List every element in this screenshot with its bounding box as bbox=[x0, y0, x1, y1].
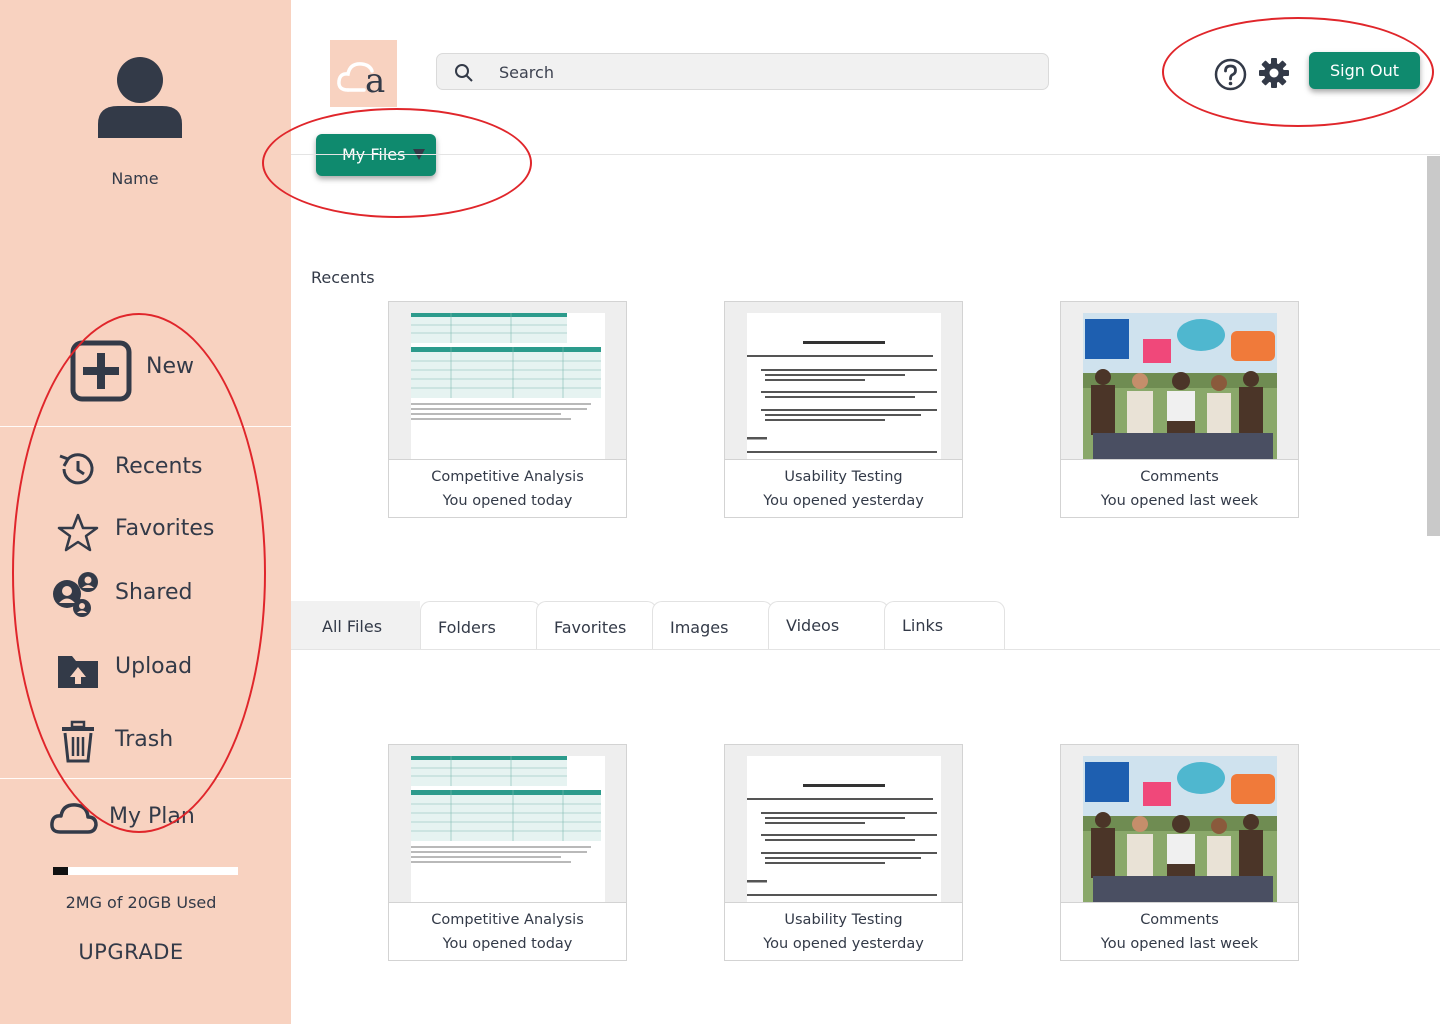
tab-folders[interactable]: Folders bbox=[420, 601, 541, 650]
file-opened-text: You opened last week bbox=[1100, 936, 1259, 952]
tab-videos[interactable]: Videos bbox=[768, 601, 889, 650]
sidebar-item-upload[interactable]: Upload bbox=[52, 646, 282, 692]
sidebar-item-trash[interactable]: Trash bbox=[52, 719, 282, 765]
search-bar[interactable] bbox=[436, 53, 1049, 90]
upload-folder-icon bbox=[58, 656, 98, 688]
file-title: Competitive Analysis bbox=[431, 469, 584, 485]
photo-thumbnail bbox=[1061, 302, 1298, 460]
user-name: Name bbox=[111, 169, 159, 188]
file-opened-text: You opened today bbox=[442, 936, 573, 952]
file-title: Usability Testing bbox=[784, 469, 903, 485]
document-thumbnail bbox=[725, 302, 962, 460]
file-card[interactable]: Competitive Analysis You opened today bbox=[388, 744, 627, 961]
group-photo-image bbox=[1083, 756, 1277, 902]
search-icon bbox=[455, 64, 473, 82]
file-opened-text: You opened today bbox=[442, 493, 573, 509]
help-icon[interactable] bbox=[1214, 58, 1247, 91]
file-title: Competitive Analysis bbox=[431, 912, 584, 928]
storage-usage-text: 2MG of 20GB Used bbox=[65, 893, 217, 912]
user-avatar-icon[interactable] bbox=[96, 52, 184, 138]
history-icon bbox=[59, 453, 94, 485]
shared-users-icon bbox=[53, 572, 98, 617]
tab-favorites[interactable]: Favorites bbox=[536, 601, 657, 650]
sidebar-item-label: Shared bbox=[115, 580, 193, 605]
document-thumbnail bbox=[725, 745, 962, 903]
sidebar-item-label: My Plan bbox=[109, 804, 195, 829]
sidebar-item-shared[interactable]: Shared bbox=[52, 572, 282, 618]
tabs-divider bbox=[291, 649, 1440, 650]
cloud-logo-icon: a bbox=[337, 61, 385, 101]
upgrade-button[interactable]: UPGRADE bbox=[0, 940, 262, 964]
file-opened-text: You opened yesterday bbox=[763, 936, 924, 952]
sidebar-item-my-plan[interactable]: My Plan bbox=[48, 796, 278, 842]
sidebar-item-label: Trash bbox=[115, 727, 174, 752]
sidebar-divider bbox=[0, 426, 291, 427]
gear-icon[interactable] bbox=[1258, 57, 1290, 89]
file-title: Comments bbox=[1140, 469, 1219, 485]
recent-file-card[interactable]: Comments You opened last week bbox=[1060, 301, 1299, 518]
sign-out-button[interactable]: Sign Out bbox=[1309, 52, 1420, 89]
sidebar-divider bbox=[0, 778, 291, 779]
trash-icon bbox=[62, 720, 94, 763]
tab-images[interactable]: Images bbox=[652, 601, 773, 650]
new-label: New bbox=[146, 354, 194, 379]
photo-thumbnail bbox=[1061, 745, 1298, 903]
group-photo-image bbox=[1083, 313, 1277, 459]
recents-heading: Recents bbox=[311, 268, 375, 287]
tab-links[interactable]: Links bbox=[884, 601, 1005, 650]
file-card[interactable]: Comments You opened last week bbox=[1060, 744, 1299, 961]
sidebar-item-label: Upload bbox=[115, 654, 193, 679]
file-opened-text: You opened yesterday bbox=[763, 493, 924, 509]
sidebar: Name New Recents Favorites Shared Upload… bbox=[0, 0, 291, 1024]
storage-usage-fill bbox=[53, 867, 68, 875]
sidebar-item-recents[interactable]: Recents bbox=[52, 446, 282, 492]
file-title: Comments bbox=[1140, 912, 1219, 928]
header-divider bbox=[291, 154, 1440, 155]
storage-usage-bar bbox=[53, 867, 238, 875]
file-card[interactable]: Usability Testing You opened yesterday bbox=[724, 744, 963, 961]
file-title: Usability Testing bbox=[784, 912, 903, 928]
spreadsheet-thumbnail bbox=[389, 745, 626, 903]
vertical-scrollbar[interactable] bbox=[1427, 156, 1440, 536]
sidebar-item-label: Favorites bbox=[115, 516, 215, 541]
recent-file-card[interactable]: Usability Testing You opened yesterday bbox=[724, 301, 963, 518]
search-input[interactable] bbox=[499, 60, 1019, 84]
spreadsheet-thumbnail bbox=[389, 302, 626, 460]
new-button[interactable]: New bbox=[70, 340, 270, 402]
recent-file-card[interactable]: Competitive Analysis You opened today bbox=[388, 301, 627, 518]
sidebar-item-favorites[interactable]: Favorites bbox=[52, 508, 282, 554]
plus-box-icon bbox=[70, 340, 132, 402]
my-files-dropdown[interactable]: My Files bbox=[316, 134, 436, 176]
tab-all-files[interactable]: All Files bbox=[291, 601, 420, 650]
app-logo[interactable]: a bbox=[330, 40, 397, 107]
file-opened-text: You opened last week bbox=[1100, 493, 1259, 509]
logo-letter: a bbox=[365, 61, 385, 101]
cloud-icon bbox=[50, 803, 98, 834]
star-icon bbox=[57, 513, 99, 552]
sidebar-item-label: Recents bbox=[115, 454, 203, 479]
